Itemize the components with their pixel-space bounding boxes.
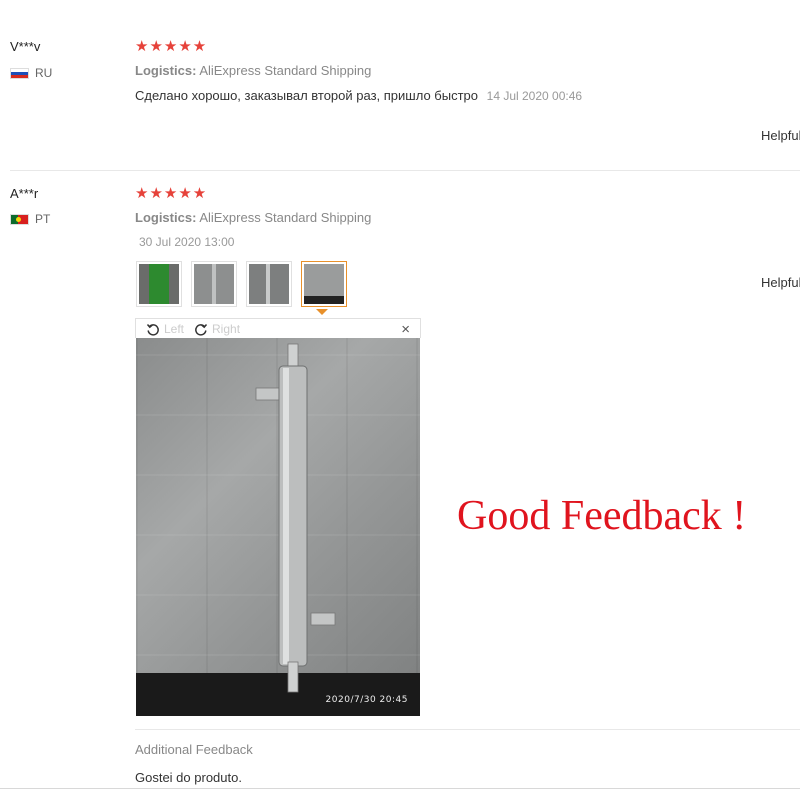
star-rating: ★★★★★ bbox=[135, 38, 208, 55]
country-code: RU bbox=[35, 66, 53, 80]
star-rating: ★★★★★ bbox=[135, 185, 208, 202]
logistics-info: Logistics: AliExpress Standard Shipping bbox=[135, 63, 371, 78]
helpful-button[interactable]: Helpful bbox=[761, 128, 800, 143]
review-photo-thumbnail[interactable] bbox=[246, 261, 292, 307]
rotate-left-button[interactable]: Left bbox=[146, 322, 184, 336]
review-divider bbox=[10, 170, 800, 171]
good-feedback-overlay: Good Feedback ! bbox=[457, 493, 747, 539]
review-content: Сделано хорошо, заказывал второй раз, пр… bbox=[135, 88, 582, 103]
photo-thumbnail-image bbox=[304, 264, 344, 304]
rotate-right-button[interactable]: Right bbox=[194, 322, 240, 336]
review-date: 30 Jul 2020 13:00 bbox=[139, 235, 235, 249]
flag-pt-icon bbox=[10, 213, 29, 225]
review-photo-thumbnail[interactable] bbox=[136, 261, 182, 307]
condenser-photo-illustration bbox=[136, 343, 420, 716]
close-viewer-icon[interactable]: × bbox=[401, 321, 410, 338]
helpful-button[interactable]: Helpful bbox=[761, 275, 800, 290]
photo-timestamp: 2020/7/30 20:45 bbox=[325, 695, 408, 705]
review-photo-large: 2020/7/30 20:45 bbox=[136, 338, 420, 716]
feedback-divider bbox=[135, 729, 800, 730]
rotate-left-label: Left bbox=[164, 321, 185, 336]
logistics-label: Logistics: bbox=[135, 63, 197, 78]
country-code: PT bbox=[35, 212, 51, 226]
logistics-value: AliExpress Standard Shipping bbox=[199, 63, 372, 78]
reviewer-name: V***v bbox=[10, 39, 41, 54]
photo-viewer-toolbar: Left Right × bbox=[135, 318, 421, 338]
review-photo-thumbnail-active[interactable] bbox=[301, 261, 347, 307]
logistics-label: Logistics: bbox=[135, 210, 197, 225]
review-photo-thumbnail[interactable] bbox=[191, 261, 237, 307]
photo-thumbnail-image bbox=[249, 264, 289, 304]
reviewer-country: PT bbox=[10, 212, 50, 226]
rotate-right-icon bbox=[195, 323, 208, 336]
logistics-value: AliExpress Standard Shipping bbox=[199, 210, 372, 225]
reviewer-name: A***r bbox=[10, 186, 39, 201]
reviewer-country: RU bbox=[10, 66, 52, 80]
photo-thumbnail-image bbox=[194, 264, 234, 304]
active-thumbnail-pointer bbox=[316, 309, 328, 315]
review-text: Сделано хорошо, заказывал второй раз, пр… bbox=[135, 88, 479, 103]
rotate-right-label: Right bbox=[212, 321, 241, 336]
flag-ru-icon bbox=[10, 67, 29, 79]
logistics-info: Logistics: AliExpress Standard Shipping bbox=[135, 210, 371, 225]
additional-feedback-text: Gostei do produto. bbox=[135, 770, 242, 785]
additional-feedback-label: Additional Feedback bbox=[135, 742, 253, 757]
photo-thumbnail-image bbox=[139, 264, 179, 304]
rotate-left-icon bbox=[146, 323, 159, 336]
bottom-divider bbox=[0, 788, 800, 789]
review-date: 14 Jul 2020 00:46 bbox=[486, 89, 583, 103]
